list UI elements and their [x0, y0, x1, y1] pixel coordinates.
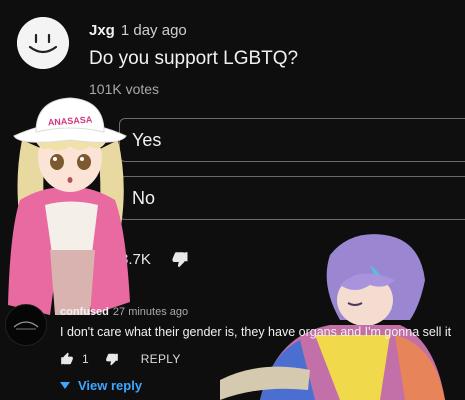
view-reply-link[interactable]: View reply: [60, 378, 142, 393]
view-reply-label: View reply: [78, 378, 143, 393]
anime-girl-overlay: ANASASA: [8, 97, 130, 315]
smiley-face-icon: [17, 17, 69, 69]
anime-boy-overlay: [220, 234, 445, 400]
reply-time: 27 minutes ago: [112, 306, 189, 318]
reply-avatar[interactable]: [5, 304, 47, 346]
reply-button[interactable]: REPLY: [141, 352, 181, 366]
reply-author[interactable]: confused: [60, 306, 109, 318]
reply-text: I don't care what their gender is, they …: [60, 325, 452, 339]
poll-option-no[interactable]: No: [119, 176, 465, 220]
reply-actions: 1 REPLY: [60, 352, 181, 366]
thumbs-up-icon[interactable]: [60, 352, 74, 366]
poll-question: Do you support LGBTQ?: [89, 48, 299, 69]
post-author-line: Jxg 1 day ago: [89, 22, 187, 39]
reply-header: confused 27 minutes ago: [60, 306, 188, 318]
dark-logo-icon: [6, 305, 46, 345]
post-time: 1 day ago: [120, 22, 187, 39]
reply-like-count: 1: [82, 352, 89, 366]
thumbs-down-icon[interactable]: [171, 250, 189, 268]
poll-option-yes[interactable]: Yes: [119, 118, 465, 162]
post-author[interactable]: Jxg: [89, 22, 115, 39]
caret-down-icon: [60, 381, 70, 389]
thumbs-down-icon[interactable]: [105, 352, 119, 366]
author-avatar[interactable]: [17, 17, 69, 69]
